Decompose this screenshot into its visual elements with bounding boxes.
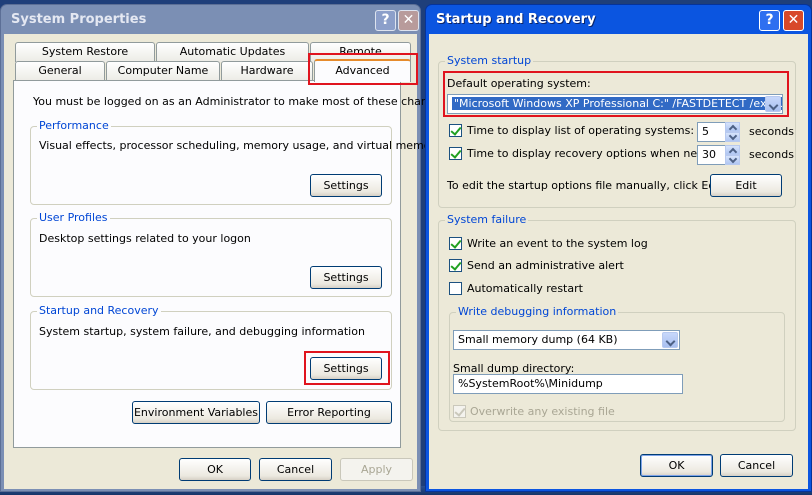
startup-recovery-settings-button[interactable]: Settings [310, 357, 382, 380]
window-title: Startup and Recovery [436, 12, 596, 27]
tab-automatic-updates[interactable]: Automatic Updates [156, 42, 309, 62]
performance-group: Performance Visual effects, processor sc… [30, 119, 442, 205]
spin-down-icon[interactable] [725, 132, 740, 142]
help-button[interactable]: ? [759, 10, 780, 31]
startup-recovery-window: Startup and Recovery ? ✕ System startup … [425, 4, 812, 492]
dump-dir-input[interactable]: %SystemRoot%\Minidump [453, 374, 683, 394]
chevron-down-icon[interactable] [662, 332, 678, 348]
dump-type-dropdown[interactable]: Small memory dump (64 KB) [453, 330, 680, 350]
overwrite-checkbox[interactable] [453, 405, 466, 418]
write-event-checkbox[interactable] [449, 237, 462, 250]
overwrite-label: Overwrite any existing file [470, 405, 615, 418]
error-reporting-button[interactable]: Error Reporting [266, 401, 392, 424]
default-os-value: "Microsoft Windows XP Professional C:" /… [452, 97, 782, 110]
admin-note: You must be logged on as an Administrato… [33, 95, 451, 108]
startup-recovery-group: Startup and Recovery System startup, sys… [30, 304, 392, 390]
time-list-spinner[interactable] [725, 122, 740, 142]
system-properties-window: System Properties ? ✕ System Restore Aut… [0, 4, 451, 492]
tab-computer-name[interactable]: Computer Name [106, 61, 220, 81]
ok-button[interactable]: OK [179, 458, 251, 481]
ok-button[interactable]: OK [640, 454, 713, 477]
time-recovery-spinner[interactable] [725, 145, 740, 165]
close-button[interactable]: ✕ [783, 10, 804, 31]
edit-button[interactable]: Edit [710, 174, 782, 197]
tab-hardware[interactable]: Hardware [221, 61, 313, 81]
edit-note: To edit the startup options file manuall… [447, 179, 727, 192]
startup-recovery-legend: Startup and Recovery [37, 304, 161, 317]
close-button[interactable]: ✕ [398, 10, 419, 31]
dump-type-value: Small memory dump (64 KB) [458, 333, 618, 346]
user-profiles-settings-button[interactable]: Settings [310, 266, 382, 289]
user-profiles-legend: User Profiles [37, 211, 110, 224]
window-title: System Properties [11, 12, 147, 27]
seconds-label: seconds [749, 125, 794, 138]
title-bar[interactable]: System Properties ? ✕ [3, 6, 419, 34]
apply-button[interactable]: Apply [340, 458, 413, 481]
time-list-checkbox[interactable] [449, 124, 462, 137]
write-event-label: Write an event to the system log [467, 237, 648, 250]
performance-description: Visual effects, processor scheduling, me… [39, 139, 442, 152]
advanced-tab-page: You must be logged on as an Administrato… [13, 80, 451, 448]
title-bar[interactable]: Startup and Recovery ? ✕ [428, 6, 809, 34]
tab-system-restore[interactable]: System Restore [15, 42, 155, 62]
help-button[interactable]: ? [375, 10, 396, 31]
system-startup-legend: System startup [445, 54, 534, 67]
time-list-label: Time to display list of operating system… [467, 124, 695, 137]
debug-info-legend: Write debugging information [456, 305, 619, 318]
cancel-button[interactable]: Cancel [259, 458, 332, 481]
default-os-dropdown[interactable]: "Microsoft Windows XP Professional C:" /… [447, 94, 783, 114]
auto-restart-checkbox[interactable] [449, 282, 462, 295]
performance-settings-button[interactable]: Settings [310, 174, 382, 197]
user-profiles-description: Desktop settings related to your logon [39, 232, 251, 245]
auto-restart-label: Automatically restart [467, 282, 583, 295]
startup-recovery-description: System startup, system failure, and debu… [39, 325, 365, 338]
tab-general[interactable]: General [15, 61, 105, 81]
tab-advanced[interactable]: Advanced [314, 59, 411, 82]
spin-down-icon[interactable] [725, 155, 740, 165]
system-failure-legend: System failure [445, 213, 529, 226]
send-alert-label: Send an administrative alert [467, 259, 624, 272]
performance-legend: Performance [37, 119, 111, 132]
seconds-label: seconds [749, 148, 794, 161]
environment-variables-button[interactable]: Environment Variables [132, 401, 260, 424]
dialog-body: System Restore Automatic Updates Remote … [4, 34, 451, 489]
user-profiles-group: User Profiles Desktop settings related t… [30, 211, 392, 297]
send-alert-checkbox[interactable] [449, 259, 462, 272]
chevron-down-icon[interactable] [765, 96, 781, 112]
time-recovery-label: Time to display recovery options when ne… [467, 147, 729, 160]
cancel-button[interactable]: Cancel [720, 454, 793, 477]
dialog-body: System startup Default operating system:… [429, 34, 808, 489]
default-os-label: Default operating system: [447, 77, 591, 90]
time-recovery-checkbox[interactable] [449, 147, 462, 160]
